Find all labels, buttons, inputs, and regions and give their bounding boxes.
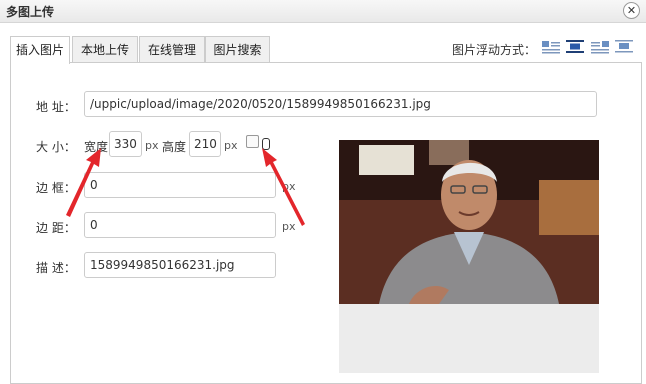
lock-icon — [262, 138, 270, 150]
tab-image-search[interactable]: 图片搜索 — [205, 36, 270, 63]
lock-ratio-checkbox[interactable] — [246, 135, 259, 148]
height-px-unit: px — [224, 139, 238, 152]
float-right-icon[interactable] — [614, 39, 634, 55]
float-center-icon[interactable] — [590, 39, 610, 55]
border-px-unit: px — [282, 180, 296, 193]
tab-insert-image[interactable]: 插入图片 — [10, 36, 70, 64]
tab-online-manage[interactable]: 在线管理 — [139, 36, 205, 63]
float-mode-label: 图片浮动方式： — [452, 43, 537, 57]
border-input[interactable]: 0 — [84, 172, 276, 198]
margin-input[interactable]: 0 — [84, 212, 276, 238]
height-input[interactable]: 210 — [189, 131, 221, 157]
float-none-icon[interactable] — [565, 39, 585, 55]
description-label: 描 述： — [36, 261, 76, 275]
address-input[interactable]: /uppic/upload/image/2020/0520/1589949850… — [84, 91, 597, 117]
tab-local-upload[interactable]: 本地上传 — [72, 36, 138, 63]
image-preview — [339, 140, 599, 373]
preview-photo — [339, 140, 599, 304]
width-input[interactable]: 330 — [109, 131, 142, 157]
width-px-unit: px — [145, 139, 159, 152]
height-label: 高度 — [162, 140, 187, 154]
float-left-icon[interactable] — [541, 39, 561, 55]
width-label: 宽度 — [84, 140, 109, 154]
address-label: 地 址： — [36, 100, 76, 114]
description-input[interactable]: 1589949850166231.jpg — [84, 252, 276, 278]
margin-label: 边 距： — [36, 221, 76, 235]
margin-px-unit: px — [282, 220, 296, 233]
size-label: 大 小： — [36, 140, 76, 154]
dialog-title: 多图上传 — [6, 5, 55, 19]
close-icon[interactable]: ✕ — [623, 2, 640, 19]
dialog-titlebar: 多图上传 ✕ — [0, 0, 646, 23]
border-label: 边 框： — [36, 181, 76, 195]
